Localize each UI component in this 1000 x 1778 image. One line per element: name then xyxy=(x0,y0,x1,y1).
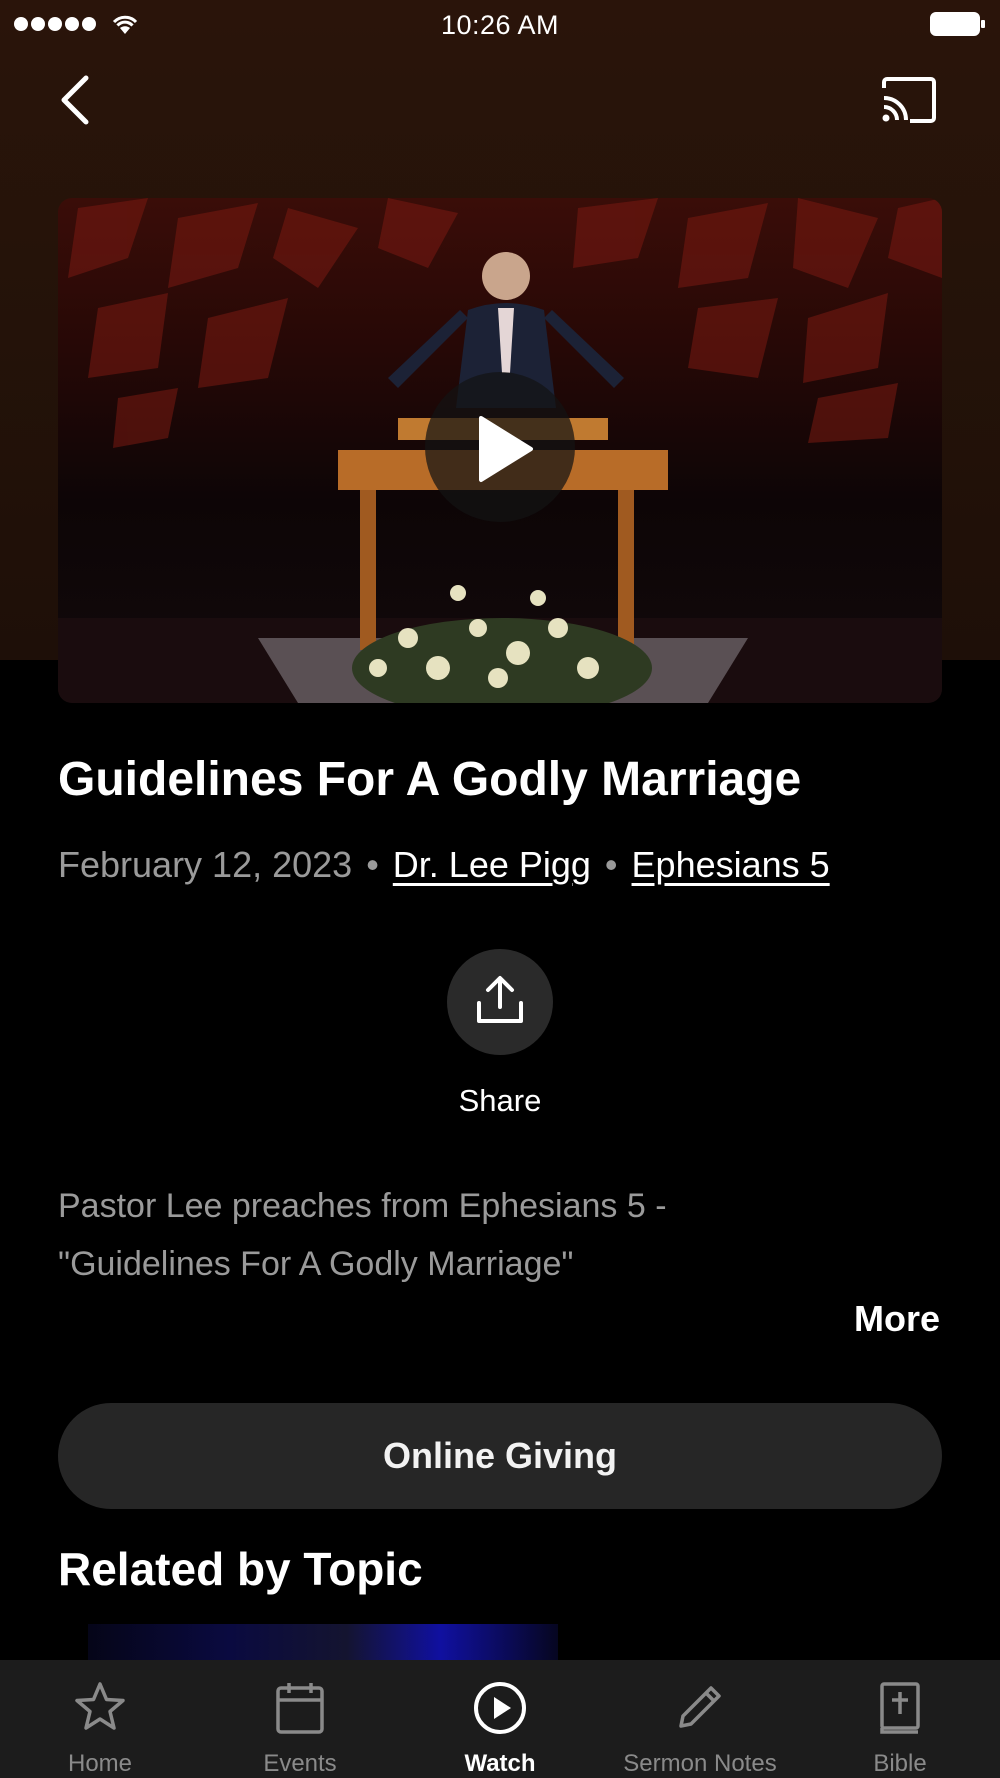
sermon-title: Guidelines For A Godly Marriage xyxy=(58,753,802,806)
description-line: Pastor Lee preaches from Ephesians 5 - xyxy=(58,1187,667,1225)
status-bar: 10:26 AM xyxy=(0,0,1000,50)
tab-bible[interactable]: Bible xyxy=(800,1660,1000,1778)
tab-label: Sermon Notes xyxy=(623,1750,777,1777)
tab-home[interactable]: Home xyxy=(0,1660,200,1778)
tab-label: Home xyxy=(67,1750,133,1777)
scripture-link[interactable]: Ephesians 5 xyxy=(632,844,830,885)
status-time: 10:26 AM xyxy=(440,10,560,40)
tab-events[interactable]: Events xyxy=(200,1660,400,1778)
calendar-icon xyxy=(276,1683,324,1734)
tab-bar: Home Events Watch Sermon Notes Bible xyxy=(0,1660,1000,1778)
sermon-meta: February 12, 2023 • Dr. Lee Pigg • Ephesians… xyxy=(58,844,958,886)
share-button[interactable] xyxy=(447,949,553,1055)
cast-icon[interactable] xyxy=(880,76,938,124)
bible-icon xyxy=(880,1682,920,1734)
meta-separator: • xyxy=(366,844,379,885)
play-icon xyxy=(479,416,533,482)
video-player[interactable] xyxy=(58,198,942,703)
related-video-thumbnail[interactable] xyxy=(88,1624,558,1660)
tab-label: Events xyxy=(263,1750,337,1777)
play-circle-icon xyxy=(474,1682,526,1734)
tab-sermon-notes[interactable]: Sermon Notes xyxy=(600,1660,800,1778)
pencil-icon xyxy=(679,1686,721,1728)
tab-watch[interactable]: Watch xyxy=(400,1660,600,1778)
sermon-date: February 12, 2023 xyxy=(58,844,353,885)
online-giving-button[interactable]: Online Giving xyxy=(58,1403,942,1509)
battery-icon xyxy=(930,12,985,36)
meta-separator: • xyxy=(604,844,618,885)
back-chevron-icon[interactable] xyxy=(56,72,96,128)
share-icon xyxy=(477,976,523,1023)
play-button[interactable] xyxy=(425,372,575,522)
sermon-description: Pastor Lee preaches from Ephesians 5 - "… xyxy=(58,1177,938,1293)
share-label: Share xyxy=(458,1083,542,1118)
speaker-link[interactable]: Dr. Lee Pigg xyxy=(393,844,591,885)
star-icon xyxy=(75,1682,125,1730)
tab-label: Bible xyxy=(873,1750,927,1777)
description-line: "Guidelines For A Godly Marriage" xyxy=(58,1245,574,1283)
related-section-title: Related by Topic xyxy=(58,1543,423,1595)
more-button[interactable]: More xyxy=(854,1298,940,1340)
tab-label: Watch xyxy=(464,1750,536,1777)
